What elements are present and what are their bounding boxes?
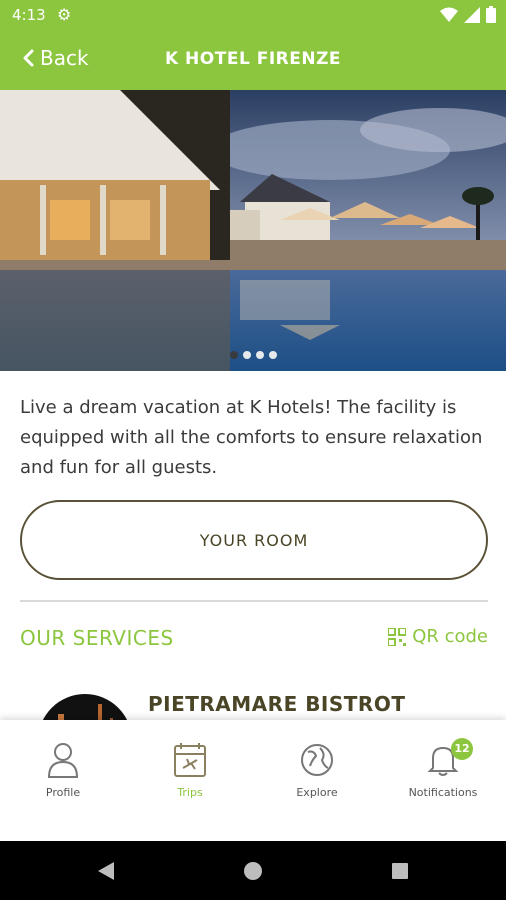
nav-trips[interactable]: Trips [127,742,253,799]
service-name: PIETRAMARE BISTROT [148,692,406,716]
status-time: 4:13 [12,6,46,24]
carousel-dot[interactable] [255,351,264,359]
qr-code-button[interactable]: QR code [388,626,488,647]
calendar-plane-icon [174,743,206,777]
services-heading: OUR SERVICES [20,626,174,650]
status-icons [440,6,496,23]
status-bar: 4:13 ⚙ [0,0,506,30]
bottom-navigation: Profile Trips Explore 12 Notifications [0,720,506,841]
carousel-dot[interactable] [268,351,277,359]
hotel-image-carousel[interactable] [0,90,506,371]
battery-icon [486,6,496,23]
notification-badge: 12 [451,738,473,760]
settings-gear-icon: ⚙ [57,5,72,24]
hotel-pool-image [0,90,506,371]
carousel-dot[interactable] [242,351,251,359]
system-back-button[interactable] [96,860,116,886]
qr-code-icon [388,627,407,646]
divider [20,600,488,602]
carousel-indicator [0,351,506,359]
carousel-dot[interactable] [229,351,238,359]
nav-profile[interactable]: Profile [0,742,126,799]
triangle-back-icon [98,862,114,880]
nav-label: Trips [177,786,203,799]
system-home-button[interactable] [243,860,263,886]
system-recents-button[interactable] [390,860,410,886]
page-title: K HOTEL FIRENZE [164,49,342,69]
nav-label: Notifications [408,786,478,799]
signal-icon [464,6,480,23]
system-navigation-bar [0,841,506,900]
nav-label: Explore [296,786,338,799]
person-icon [47,743,79,778]
your-room-button[interactable]: YOUR ROOM [20,500,488,580]
qr-code-label: QR code [412,626,488,647]
nav-notifications[interactable]: 12 Notifications [380,738,506,799]
wifi-icon [440,7,458,22]
circle-home-icon [244,862,262,880]
square-recents-icon [392,863,408,879]
nav-explore[interactable]: Explore [254,742,380,799]
hotel-description: Live a dream vacation at K Hotels! The f… [20,397,483,478]
globe-icon [301,744,333,776]
app-bar: Back K HOTEL FIRENZE [0,30,506,90]
nav-label: Profile [45,786,81,799]
